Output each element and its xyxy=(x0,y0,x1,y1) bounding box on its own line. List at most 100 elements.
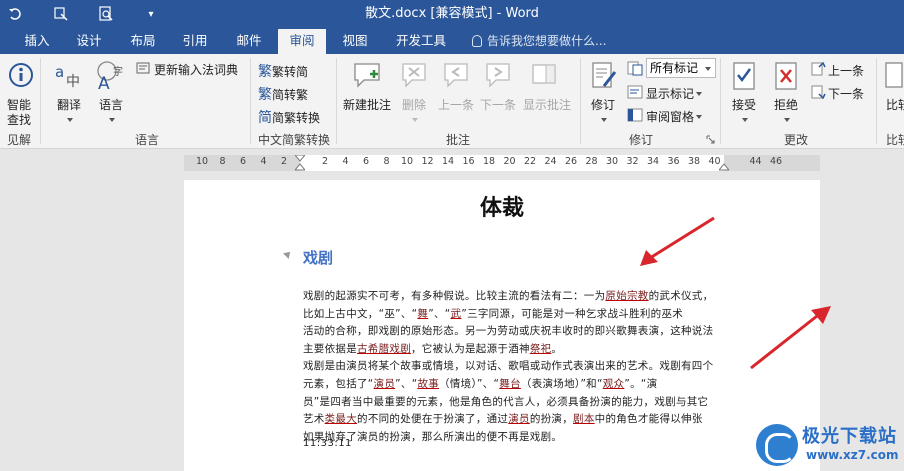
ruler-tick-label: 4 xyxy=(342,156,349,167)
chevron-down-icon xyxy=(412,118,418,122)
reject-label: 拒绝 xyxy=(773,98,798,112)
tab-review[interactable]: 审阅 xyxy=(278,29,326,54)
review-pane-label: 审阅窗格 xyxy=(646,110,695,124)
chevron-down-icon xyxy=(601,118,607,122)
ruler-tick-label: 16 xyxy=(462,156,475,167)
text-run: 艺术 xyxy=(303,413,325,426)
group-separator xyxy=(720,58,721,144)
revision-mark: 古希腊戏剧 xyxy=(357,342,411,355)
paragraph-line: 比如上古中文，“巫”、“舞”、“武”三字同源，可能是对一种乞求战斗胜利的巫术 xyxy=(303,306,729,324)
new-comment-button[interactable]: 新建批注 xyxy=(340,96,394,113)
reject-icon[interactable] xyxy=(772,60,800,92)
paragraph-line: 戏剧的起源实不可考，有多种假说。比较主流的看法有二：一为原始宗教的武术仪式， xyxy=(303,288,729,306)
ruler-tick-label: 32 xyxy=(626,156,639,167)
ruler-tick-label: 38 xyxy=(687,156,701,167)
chevron-down-icon xyxy=(67,118,73,122)
text-run: 活动的合称，即戏剧的原始形态。另一为劳动或庆祝丰收时的即兴歌舞表演，这种说法 xyxy=(303,325,714,338)
paragraph-line: 主要依据是古希腊戏剧，它被认为是起源于酒神祭祀。 xyxy=(303,341,729,359)
next-comment-icon xyxy=(486,63,510,88)
delete-label: 删除 xyxy=(401,98,426,112)
text-run: ，它被认为是起源于酒神 xyxy=(411,342,530,355)
revision-mark: 舞 xyxy=(417,307,429,320)
simplified-to-traditional-button[interactable]: 繁简转繁 xyxy=(258,84,308,104)
ruler-tick-label: 6 xyxy=(362,156,370,167)
text-run: 的扮演， xyxy=(529,413,574,426)
watermark-brand: 极光下载站 xyxy=(802,426,897,447)
dialog-launcher-icon[interactable] xyxy=(706,135,715,144)
translate-button[interactable]: 翻译 xyxy=(52,96,86,127)
watermark: 极光下载站 www.xz7.com xyxy=(756,420,904,471)
chevron-down-icon xyxy=(705,67,711,71)
tab-insert[interactable]: 插入 xyxy=(14,29,60,54)
update-ime-dictionary-button[interactable]: 更新输入法词典 xyxy=(154,61,238,78)
text-run: 主要依据是 xyxy=(303,342,357,355)
tab-view[interactable]: 视图 xyxy=(332,29,378,54)
tab-mailings[interactable]: 邮件 xyxy=(226,29,272,54)
text-run: 中的角色才能得以伸张 xyxy=(594,413,703,426)
document-page[interactable]: 体裁 戏剧 戏剧的起源实不可考，有多种假说。比较主流的看法有二：一为原始宗教的武… xyxy=(184,180,820,471)
tab-references[interactable]: 引用 xyxy=(172,29,218,54)
svg-text:A: A xyxy=(98,74,110,92)
tab-developer[interactable]: 开发工具 xyxy=(388,29,454,54)
next-change-icon xyxy=(811,85,826,100)
reviewing-pane-button[interactable]: 审阅窗格 xyxy=(646,108,703,125)
show-markup-button[interactable]: 显示标记 xyxy=(646,85,703,102)
ribbon-tabs: 插入 设计 布局 引用 邮件 审阅 视图 开发工具 告诉我您想要做什么... xyxy=(0,29,904,54)
paragraph-line: 元素，包括了“演员”、“故事（情境）”、“舞台（表演场地）”和“观众”。“演 xyxy=(303,376,729,394)
language-label: 语言 xyxy=(98,98,123,112)
group-separator xyxy=(336,58,337,144)
tell-me-search[interactable]: 告诉我您想要做什么... xyxy=(472,29,606,54)
reviewing-pane-icon xyxy=(627,108,643,122)
tell-me-placeholder: 告诉我您想要做什么... xyxy=(487,34,607,48)
next-change-button[interactable]: 下一条 xyxy=(828,85,864,102)
horizontal-ruler[interactable]: 10 8 6 4 2 2 4 6 8 10 12 14 16 18 20 22 24 26 28 30 32 34 36 38… xyxy=(184,155,820,171)
ruler-tick-label: 6 xyxy=(239,156,247,167)
tab-design[interactable]: 设计 xyxy=(66,29,112,54)
convert-icon: 简 xyxy=(258,110,272,126)
revision-mark: 演员 xyxy=(373,377,396,390)
group-changes-label: 更改 xyxy=(783,133,808,147)
watermark-logo-icon xyxy=(756,424,798,466)
text-run: ”、“ xyxy=(395,377,418,390)
smart-lookup-label-2[interactable]: 查找 xyxy=(4,111,34,128)
traditional-to-simplified-button[interactable]: 繁繁转简 xyxy=(258,61,308,81)
right-indent-marker[interactable] xyxy=(719,155,729,171)
track-changes-button[interactable]: 修订 xyxy=(586,96,620,127)
show-comments-icon xyxy=(532,64,556,84)
show-markup-label: 显示标记 xyxy=(646,87,695,101)
group-separator xyxy=(876,58,877,144)
revision-mark: 舞台 xyxy=(499,377,521,390)
reject-button[interactable]: 拒绝 xyxy=(768,96,804,127)
new-comment-icon[interactable] xyxy=(352,61,384,89)
paragraph-line: 活动的合称，即戏剧的原始形态。另一为劳动或庆祝丰收时的即兴歌舞表演，这种说法 xyxy=(303,323,729,341)
group-separator xyxy=(250,58,251,144)
ruler-tick-label: 36 xyxy=(667,156,680,167)
collapse-heading-icon[interactable] xyxy=(283,249,293,259)
document-body[interactable]: 戏剧的起源实不可考，有多种假说。比较主流的看法有二：一为原始宗教的武术仪式， 比如… xyxy=(303,288,729,446)
markup-display-dropdown[interactable]: 所有标记 xyxy=(646,58,716,78)
svg-text:中: 中 xyxy=(66,74,80,90)
tab-layout[interactable]: 布局 xyxy=(120,29,166,54)
chevron-down-icon xyxy=(109,118,115,122)
compare-icon[interactable] xyxy=(884,60,904,92)
compare-button[interactable]: 比较 xyxy=(886,96,904,113)
ruler-tick-label: 26 xyxy=(564,156,578,167)
language-icon[interactable]: A字 xyxy=(95,60,129,92)
group-language-label: 语言 xyxy=(134,133,159,147)
track-changes-icon[interactable] xyxy=(590,60,618,92)
accept-icon[interactable] xyxy=(730,60,758,92)
smart-lookup-icon[interactable] xyxy=(8,62,34,88)
show-comments-button: 显示批注 xyxy=(522,98,571,112)
previous-change-button[interactable]: 上一条 xyxy=(828,62,864,79)
text-run: （表演场地）”和“ xyxy=(520,377,603,390)
svg-text:a: a xyxy=(55,63,64,81)
ruler-tick-label: 22 xyxy=(523,156,537,167)
first-line-indent-marker[interactable] xyxy=(295,155,305,171)
translate-icon[interactable]: a中 xyxy=(54,62,84,90)
accept-button[interactable]: 接受 xyxy=(726,96,762,127)
ruler-tick-label: 44 xyxy=(749,156,762,167)
text-run: 员”是四者当中最重要的元素，他是角色的代言人，必须具备扮演的能力，戏剧与其它 xyxy=(303,395,709,408)
language-button[interactable]: 语言 xyxy=(94,96,128,127)
revision-mark: 故事 xyxy=(417,377,440,390)
chinese-conversion-button[interactable]: 简简繁转换 xyxy=(258,107,320,127)
